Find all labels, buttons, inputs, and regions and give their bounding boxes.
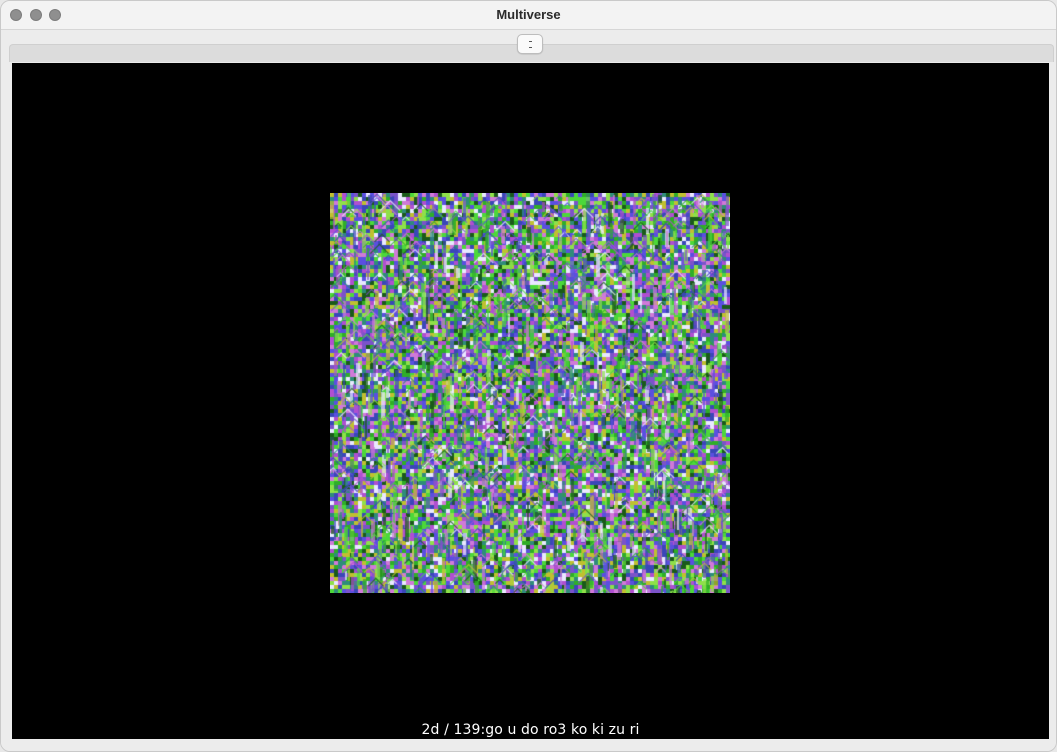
sidebar-toggle-icon-lower	[529, 47, 532, 48]
cellular-automaton-canvas[interactable]	[330, 193, 730, 593]
render-viewport[interactable]: 2d / 139:go u do ro3 ko ki zu ri	[12, 63, 1049, 739]
window-bottom-edge	[1, 739, 1056, 751]
sidebar-toggle-icon	[529, 41, 532, 42]
toolbar-toggle-button[interactable]	[517, 34, 543, 54]
window-title: Multiverse	[496, 7, 561, 22]
app-window: Multiverse 2d / 139:go u do ro3 ko ki zu…	[0, 0, 1057, 752]
title-bar: Multiverse	[1, 1, 1056, 30]
status-label: 2d / 139:go u do ro3 ko ki zu ri	[421, 722, 640, 738]
